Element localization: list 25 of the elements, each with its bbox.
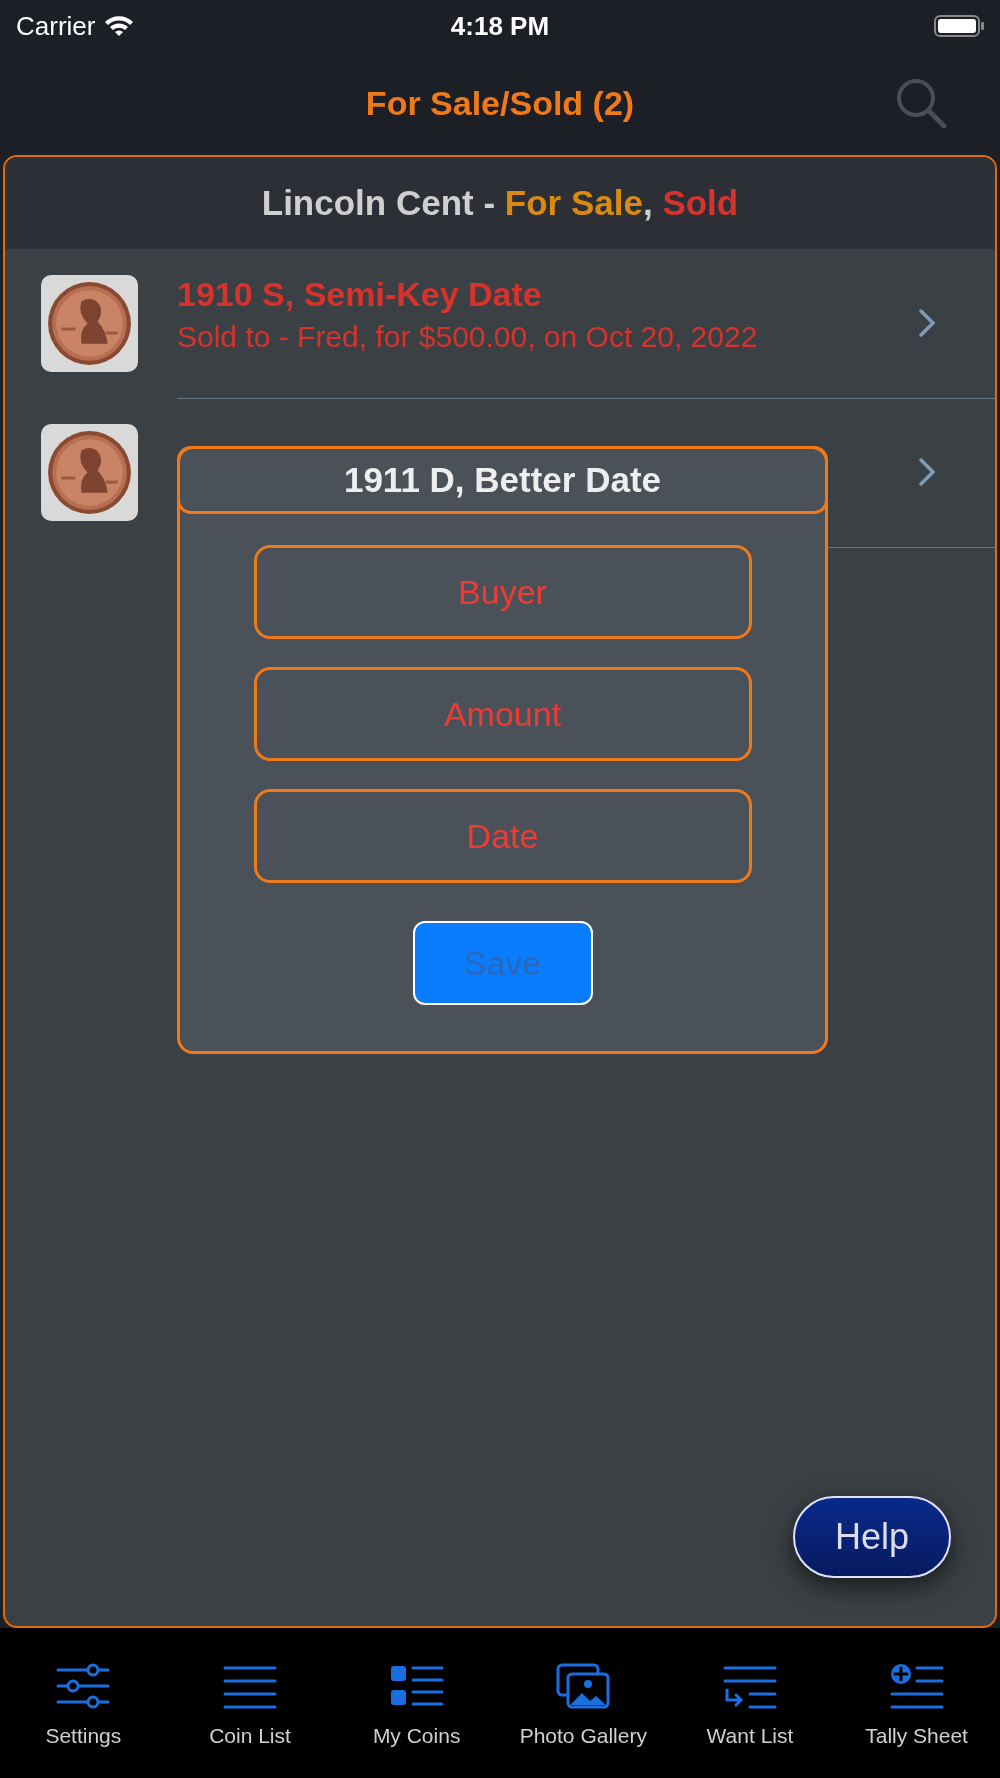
sale-details: Sold to - Fred, for $500.00, on Oct 20, 2022 bbox=[177, 319, 759, 354]
battery-icon bbox=[934, 15, 984, 37]
section-title: Lincoln Cent - For Sale, Sold bbox=[261, 183, 739, 223]
input-field[interactable]: Date bbox=[253, 789, 752, 883]
photos-icon bbox=[555, 1662, 612, 1710]
clock-time: 4:18 PM bbox=[450, 10, 550, 41]
input-field[interactable]: Buyer bbox=[253, 545, 752, 639]
chevron-icon bbox=[917, 308, 937, 338]
chevron-icon bbox=[917, 457, 937, 487]
coin-title: 1910 S, Semi-Key Date bbox=[177, 274, 543, 314]
search-icon[interactable] bbox=[894, 76, 948, 130]
tab-item[interactable]: My Coins bbox=[336, 1662, 497, 1748]
tab-item[interactable]: Photo Gallery bbox=[503, 1662, 664, 1748]
tab-item[interactable]: Tally Sheet bbox=[836, 1662, 997, 1748]
tab-item[interactable]: Want List bbox=[669, 1662, 830, 1748]
tab-item[interactable]: Settings bbox=[3, 1662, 164, 1748]
list-plus-icon bbox=[888, 1662, 945, 1710]
input-field[interactable]: Amount bbox=[253, 667, 752, 761]
tab-item[interactable]: Coin List bbox=[170, 1662, 330, 1748]
wifi-icon bbox=[103, 14, 136, 38]
screen-title: For Sale/Sold (2) bbox=[365, 84, 635, 123]
dialog-title: 1911 D, Better Date bbox=[177, 446, 828, 514]
help-button[interactable]: Help bbox=[793, 1496, 951, 1578]
carrier-name: Carrier bbox=[16, 10, 96, 42]
sliders-icon bbox=[55, 1662, 112, 1710]
